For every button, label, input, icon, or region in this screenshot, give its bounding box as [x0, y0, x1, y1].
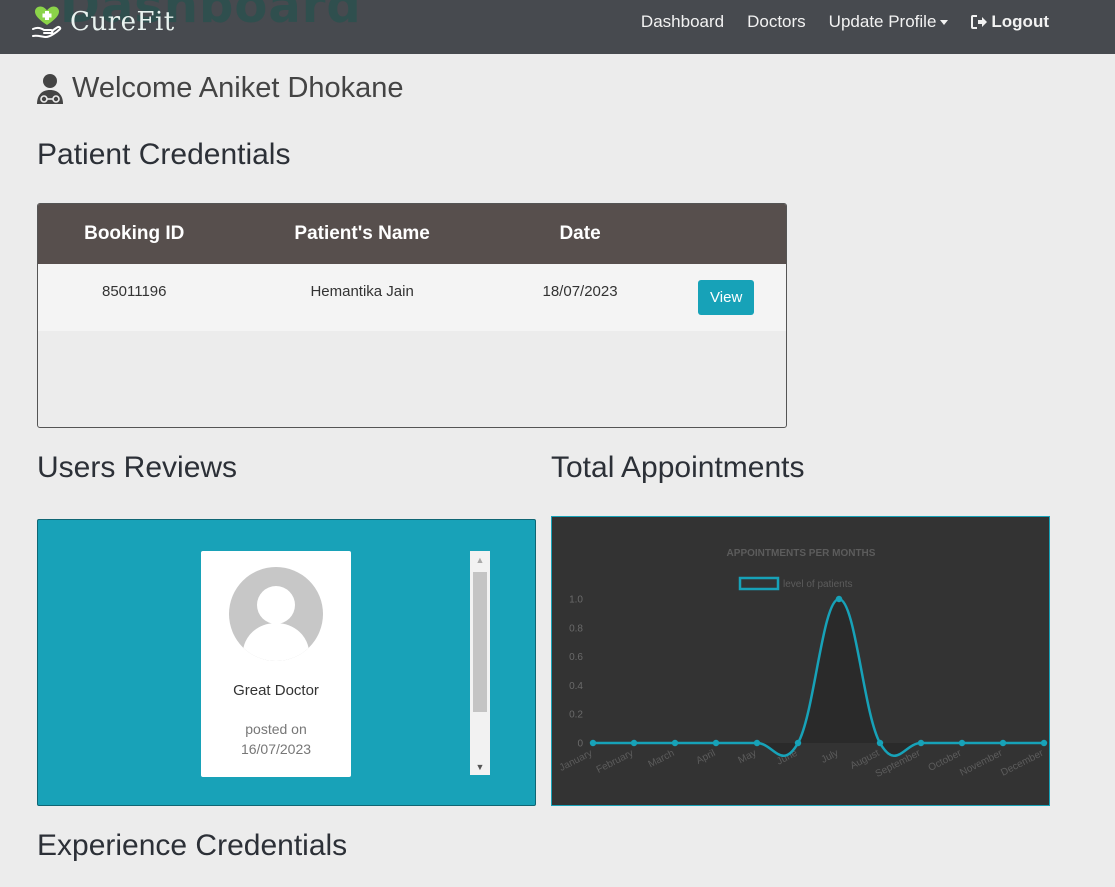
column-header-patient-name: Patient's Name	[294, 223, 430, 244]
x-tick-label: December	[999, 748, 1046, 779]
appointments-chart: APPOINTMENTS PER MONTHS level of patients…	[558, 548, 1048, 780]
total-appointments-title: Total Appointments	[551, 451, 805, 484]
y-tick-label: 0.4	[569, 681, 583, 692]
booking-id-cell: 85011196	[101, 283, 167, 300]
update-profile-label: Update Profile	[828, 12, 937, 31]
nav-dropdown-update-profile[interactable]: Update Profile	[829, 12, 949, 32]
avatar	[229, 567, 323, 661]
data-point	[917, 739, 925, 747]
legend-swatch	[738, 576, 780, 591]
logout-button[interactable]: Logout	[971, 12, 1049, 32]
data-point	[835, 595, 843, 603]
table-row: 85011196 Hemantika Jain 18/07/2023 View	[38, 264, 786, 331]
heart-hand-logo-icon	[32, 6, 62, 39]
y-tick-label: 0.2	[569, 710, 583, 721]
y-tick-label: 0	[577, 739, 583, 750]
chart-title: APPOINTMENTS PER MONTHS	[727, 548, 876, 559]
date-cell: 18/07/2023	[542, 283, 618, 300]
posted-on-label: posted on	[245, 721, 307, 737]
x-tick-label: February	[595, 748, 636, 776]
sign-out-icon	[971, 15, 988, 29]
review-date: posted on 16/07/2023	[201, 719, 351, 759]
reviews-panel: Great Doctor posted on 16/07/2023 ▲ ▼	[37, 519, 536, 806]
brand-name: CureFit	[70, 7, 175, 37]
view-button[interactable]: View	[698, 280, 755, 315]
y-tick-label: 0.8	[569, 623, 583, 634]
x-tick-label: November	[958, 748, 1005, 779]
patient-credentials-title: Patient Credentials	[37, 138, 291, 171]
nav-link-doctors[interactable]: Doctors	[747, 12, 806, 32]
nav-link-dashboard[interactable]: Dashboard	[641, 12, 724, 32]
column-header-booking-id: Booking ID	[84, 223, 185, 244]
data-point	[589, 739, 597, 747]
x-tick-label: March	[647, 748, 677, 770]
review-text: Great Doctor	[233, 682, 319, 699]
navbar: Dashboard CureFit Dashboard Doctors Upda…	[0, 0, 1115, 54]
posted-date: 16/07/2023	[240, 741, 312, 757]
data-point	[671, 739, 679, 747]
review-card: Great Doctor posted on 16/07/2023	[201, 551, 351, 777]
logout-label: Logout	[991, 12, 1049, 31]
y-tick-label: 1.0	[569, 595, 583, 606]
x-tick-label: May	[737, 748, 759, 766]
chevron-down-icon	[940, 19, 949, 25]
experience-credentials-title: Experience Credentials	[37, 829, 348, 862]
data-point	[999, 739, 1007, 747]
data-point	[712, 739, 720, 747]
user-doctor-icon	[37, 73, 63, 104]
scrollbar-thumb[interactable]	[473, 572, 487, 712]
series-area	[593, 599, 1044, 756]
legend-label: level of patients	[783, 579, 853, 590]
data-point	[794, 739, 802, 747]
brand[interactable]: CureFit	[32, 4, 175, 40]
scroll-up-arrow-icon[interactable]: ▲	[470, 551, 490, 568]
data-point	[876, 739, 884, 747]
patient-credentials-table: Booking ID Patient's Name Date 85011196 …	[37, 203, 787, 428]
x-tick-label: April	[695, 748, 718, 767]
data-point	[630, 739, 638, 747]
y-tick-label: 0.6	[569, 652, 583, 663]
column-header-date: Date	[559, 223, 601, 244]
nav-links: Dashboard Doctors Update Profile Logout	[618, 12, 1049, 32]
welcome-text: Welcome Aniket Dhokane	[72, 72, 404, 104]
table-header: Booking ID Patient's Name Date	[38, 204, 786, 264]
x-tick-label: January	[558, 748, 595, 774]
patient-name-cell: Hemantika Jain	[310, 283, 414, 300]
reviews-scrollbar[interactable]: ▲ ▼	[470, 551, 490, 775]
scroll-down-arrow-icon[interactable]: ▼	[470, 758, 490, 775]
data-point	[1040, 739, 1048, 747]
x-tick-label: July	[820, 748, 841, 766]
data-point	[958, 739, 966, 747]
welcome-heading: Welcome Aniket Dhokane	[36, 72, 404, 105]
users-reviews-title: Users Reviews	[37, 451, 238, 484]
data-point	[753, 739, 761, 747]
appointments-chart-card: APPOINTMENTS PER MONTHS level of patients…	[551, 516, 1050, 806]
